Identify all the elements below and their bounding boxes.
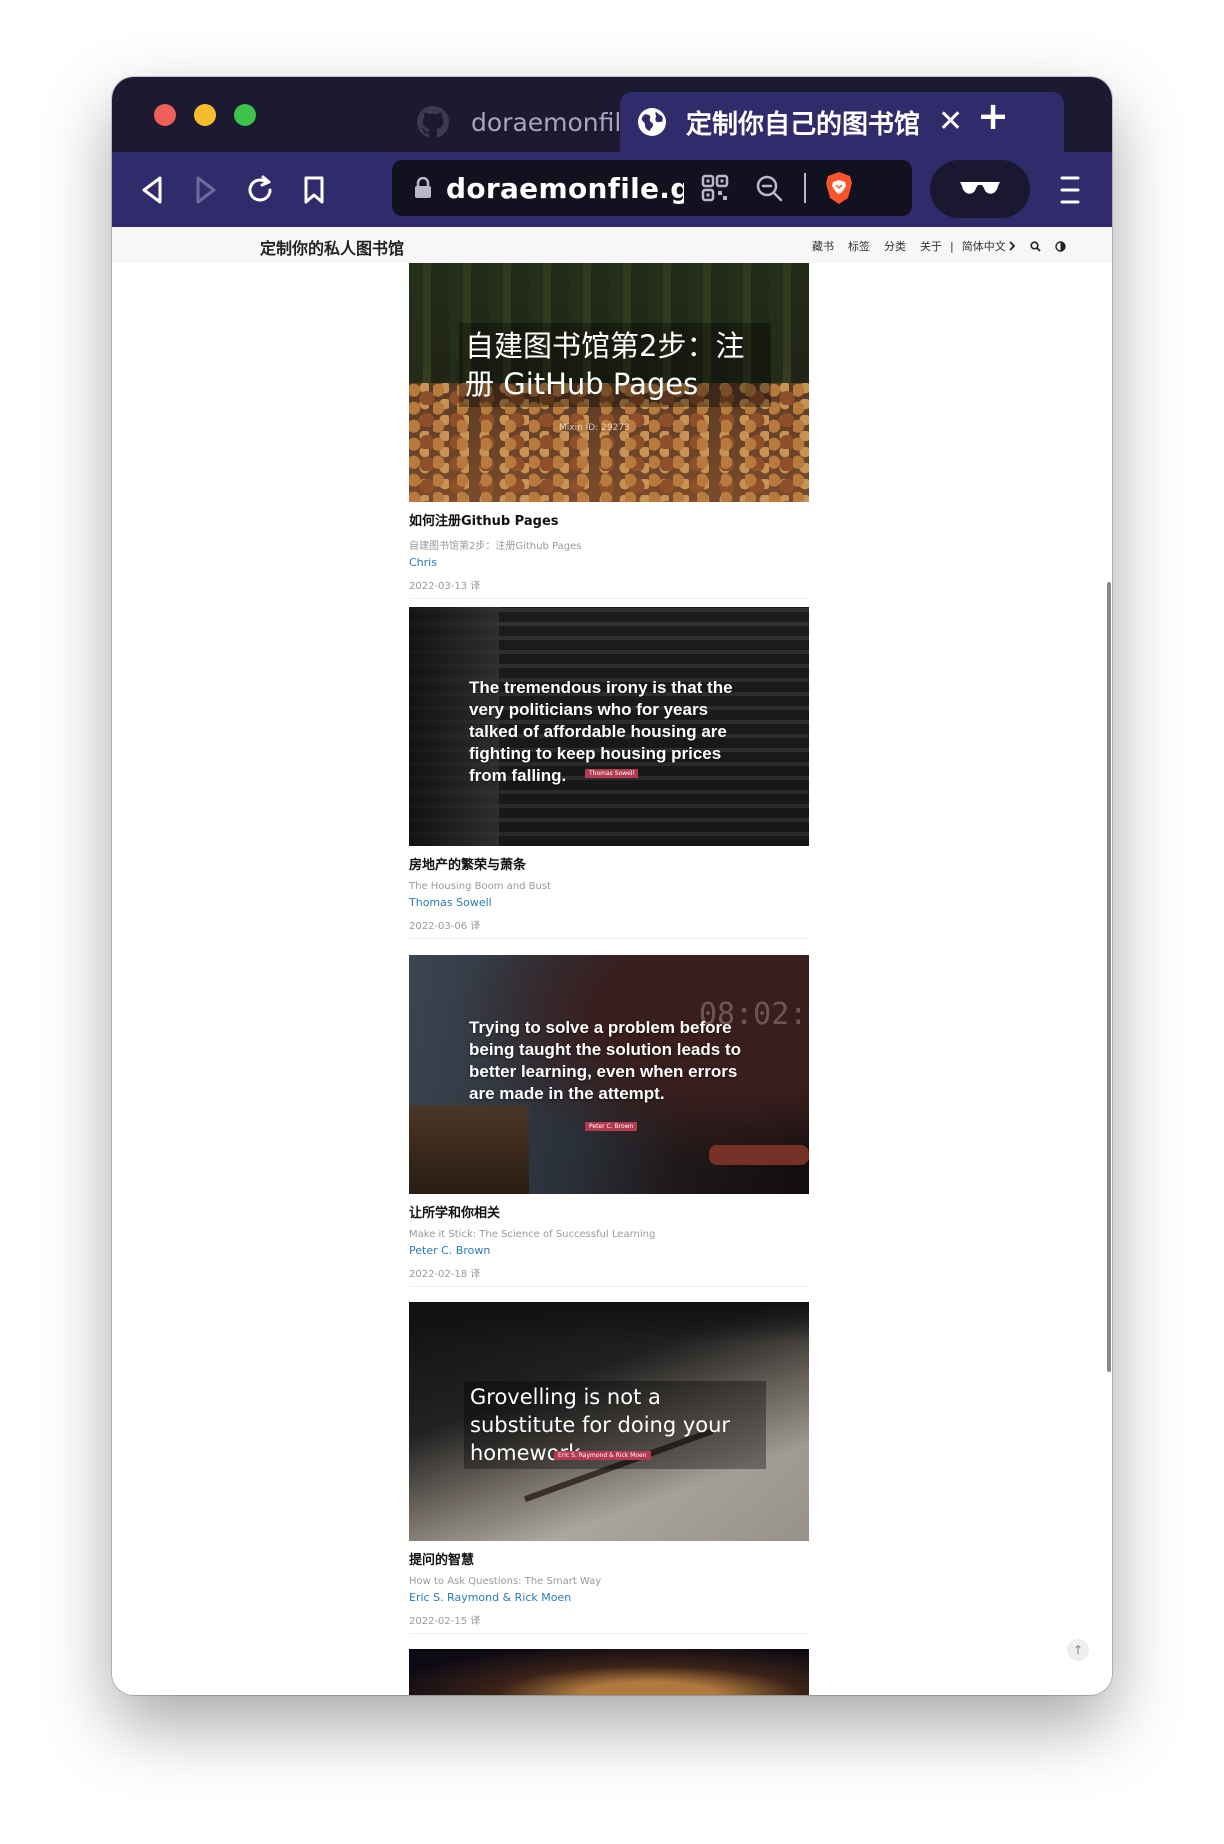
post-title[interactable]: 房地产的繁荣与萧条: [409, 854, 809, 873]
github-icon: [417, 106, 449, 138]
keyboard-decor: [409, 1302, 809, 1342]
browser-window: doraemonfile/doraemonfile.github.io 定制你自…: [112, 77, 1112, 1695]
brave-shield-icon[interactable]: [824, 171, 854, 205]
globe-icon: [638, 108, 666, 136]
cover-text: Trying to solve a problem before being t…: [469, 1018, 741, 1103]
nav-categories[interactable]: 分类: [884, 238, 906, 254]
urlbar-divider: [804, 173, 806, 203]
post-subtitle: How to Ask Questions: The Smart Way: [409, 1576, 602, 1587]
post-date: 2022-03-06 译: [409, 921, 481, 932]
post-title[interactable]: 让所学和你相关: [409, 1202, 809, 1221]
close-window-button[interactable]: [154, 104, 176, 126]
post-cover[interactable]: The tremendous irony is that the very po…: [409, 607, 809, 846]
post-author[interactable]: Peter C. Brown: [409, 1244, 809, 1257]
post-cover[interactable]: 自建图书馆第2步：注册 GitHub Pages Mixin ID: 29273: [409, 263, 809, 502]
site-title[interactable]: 定制你的私人图书馆: [260, 235, 404, 259]
post-divider: [409, 938, 809, 939]
reader-mode-button[interactable]: [930, 160, 1030, 218]
post-card: The tremendous irony is that the very po…: [409, 607, 809, 939]
nav-language[interactable]: 简体中文: [962, 238, 1006, 254]
tab-title: 定制你自己的图书馆: [686, 109, 921, 140]
post-card: [409, 1649, 809, 1695]
post-card: Grovelling is not a substitute for doing…: [409, 1302, 809, 1634]
post-subtitle: 自建图书馆第2步：注册Github Pages: [409, 541, 582, 552]
post-author[interactable]: Eric S. Raymond & Rick Moen: [409, 1591, 809, 1604]
desk-decor: [409, 1105, 529, 1194]
cover-credit: Peter C. Brown: [585, 1122, 638, 1131]
post-date: 2022-03-13 译: [409, 581, 481, 592]
nav-tags[interactable]: 标签: [848, 238, 870, 254]
close-tab-button[interactable]: ✕: [938, 107, 963, 137]
post-author[interactable]: Thomas Sowell: [409, 896, 809, 909]
cover-text: 自建图书馆第2步：注册 GitHub Pages: [459, 323, 771, 407]
post-subtitle: Make it Stick: The Science of Successful…: [409, 1229, 656, 1240]
post-date: 2022-02-15 译: [409, 1616, 481, 1627]
lock-icon: [415, 177, 431, 198]
reload-button[interactable]: [242, 172, 278, 208]
post-author[interactable]: Chris: [409, 556, 809, 569]
post-card: 自建图书馆第2步：注册 GitHub Pages Mixin ID: 29273…: [409, 263, 809, 599]
qr-code-icon[interactable]: [700, 173, 730, 203]
nav-separator: |: [950, 239, 954, 253]
cover-credit: Eric S. Raymond & Rick Moen: [554, 1451, 651, 1460]
cover-credit: Mixin ID: 29273: [559, 423, 630, 433]
post-card: 08:02:47 Trying to solve a problem befor…: [409, 955, 809, 1287]
post-title[interactable]: 如何注册Github Pages: [409, 510, 809, 529]
reload-icon: [248, 175, 272, 202]
zoom-out-icon[interactable]: [754, 173, 784, 203]
nav-books[interactable]: 藏书: [812, 238, 834, 254]
object-decor: [709, 1145, 809, 1165]
address-bar[interactable]: doraemonfile.github.io: [392, 160, 912, 216]
theme-toggle-icon[interactable]: [1055, 240, 1066, 252]
post-cover[interactable]: [409, 1649, 809, 1695]
post-cover[interactable]: Grovelling is not a substitute for doing…: [409, 1302, 809, 1541]
post-title[interactable]: 提问的智慧: [409, 1549, 809, 1568]
post-cover[interactable]: 08:02:47 Trying to solve a problem befor…: [409, 955, 809, 1194]
page-scrollbar[interactable]: [1106, 227, 1112, 1695]
bookmark-icon: [304, 176, 324, 204]
minimize-window-button[interactable]: [194, 104, 216, 126]
sunglasses-icon: [960, 182, 1000, 194]
bookmark-button[interactable]: [296, 172, 332, 208]
back-arrow-icon: [142, 176, 162, 204]
post-divider: [409, 1286, 809, 1287]
new-tab-button[interactable]: +: [972, 95, 1014, 137]
forward-button[interactable]: [188, 172, 224, 208]
site-header: 定制你的私人图书馆 藏书 标签 分类 关于 | 简体中文: [112, 227, 1112, 263]
url-text[interactable]: doraemonfile.github.io: [446, 172, 684, 205]
post-subtitle: The Housing Boom and Bust: [409, 881, 551, 892]
page-viewport: 定制你的私人图书馆 藏书 标签 分类 关于 | 简体中文 自建图书馆第2步：注册…: [112, 227, 1112, 1695]
back-button[interactable]: [134, 172, 170, 208]
forward-arrow-icon: [196, 176, 216, 204]
post-date: 2022-02-18 译: [409, 1269, 481, 1280]
site-nav: 藏书 标签 分类 关于 | 简体中文: [812, 238, 1066, 254]
browser-toolbar: doraemonfile.github.io: [112, 152, 1112, 227]
nav-about[interactable]: 关于: [920, 238, 942, 254]
scrollbar-thumb[interactable]: [1107, 582, 1111, 1372]
search-icon[interactable]: [1030, 240, 1041, 252]
post-divider: [409, 598, 809, 599]
tab-strip: doraemonfile/doraemonfile.github.io 定制你自…: [112, 77, 1112, 152]
zoom-window-button[interactable]: [234, 104, 256, 126]
post-divider: [409, 1633, 809, 1634]
hamburger-menu-icon[interactable]: [1050, 172, 1090, 208]
back-to-top-button[interactable]: ↑: [1067, 1639, 1089, 1661]
cover-credit: Thomas Sowell: [585, 769, 639, 778]
chevron-right-icon[interactable]: [1009, 241, 1016, 251]
